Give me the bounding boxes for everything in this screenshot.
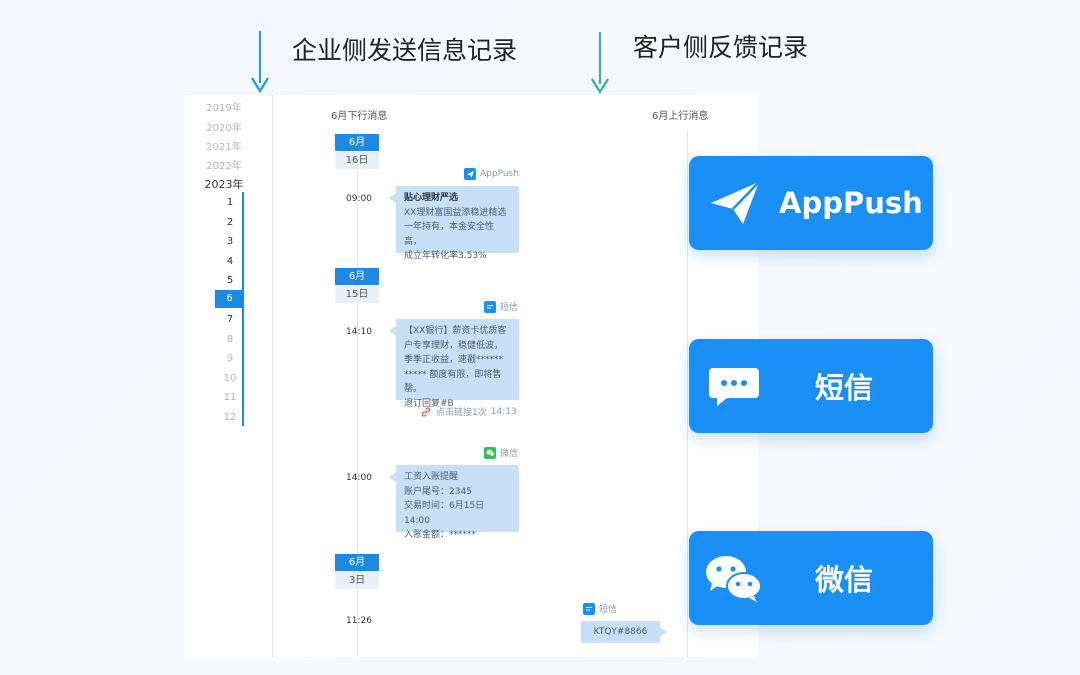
up-messages-title: 6月上行消息 (652, 111, 709, 122)
message-line: XX理财富国益添稳进精选 (404, 207, 507, 218)
customer-feedback-title: 客户侧反馈记录 (633, 33, 809, 62)
month-6[interactable]: 6 (215, 293, 244, 304)
link-icon (421, 406, 431, 417)
down-messages-title: 6月下行消息 (331, 111, 388, 122)
sms-icon (583, 602, 595, 615)
month-9[interactable]: 9 (190, 353, 270, 364)
message-line: 成立年转化率3.53% (404, 251, 487, 261)
month-12[interactable]: 12 (190, 412, 270, 423)
wechat-icon (706, 556, 762, 602)
message-line: 一年持有，本金安全性高， (404, 222, 495, 247)
sms-icon (484, 300, 496, 313)
link-click-time: 14:13 (490, 406, 517, 417)
apppush-card[interactable]: AppPush (689, 156, 933, 250)
message-line: 工资入账提醒 (404, 472, 459, 482)
message-title: 贴心理财严选 (404, 193, 459, 203)
paper-plane-icon (711, 181, 760, 224)
year-2023[interactable]: 2023年 (190, 176, 258, 192)
date-badge-day: 15日 (335, 286, 379, 303)
month-3[interactable]: 3 (190, 236, 270, 247)
month-4[interactable]: 4 (190, 256, 270, 267)
paper-plane-icon (464, 168, 476, 180)
channel-label-apppush: AppPush (464, 168, 519, 180)
month-1[interactable]: 1 (190, 197, 270, 208)
date-badge-day: 16日 (335, 152, 379, 169)
right-arrow-head-icon (591, 78, 609, 95)
link-click-note: 点击链接1次 14:13 (420, 405, 517, 418)
reply-time: 11:26 (346, 616, 372, 626)
month-11[interactable]: 11 (190, 392, 270, 403)
date-badge-month: 6月 (335, 134, 379, 151)
message-bubble[interactable]: 【XX银行】薪资卡优质客 户专享理财，稳健低波， 季季正收益，速戳****** … (389, 319, 519, 409)
message-bubble[interactable]: 贴心理财严选 XX理财富国益添稳进精选 一年持有，本金安全性高， 成立年转化率3… (389, 186, 519, 261)
month-10[interactable]: 10 (190, 373, 270, 384)
reply-channel-label-sms: 短信 (583, 602, 617, 615)
date-badge-month: 6月 (335, 554, 379, 571)
channel-name: 短信 (500, 303, 519, 313)
year-2019[interactable]: 2019年 (190, 99, 258, 114)
channel-label-wechat: 微信 (484, 446, 518, 459)
month-2[interactable]: 2 (190, 217, 270, 228)
up-column-divider (687, 130, 688, 657)
month-7[interactable]: 7 (190, 314, 270, 325)
message-line: 入账金额：****** (404, 530, 477, 540)
link-click-count: 点击链接1次 (436, 408, 487, 418)
message-bubble[interactable]: 工资入账提醒 账户尾号：2345 交易时间：6月15日 14:00 入账金额：*… (389, 465, 519, 540)
sms-card[interactable]: 短信 (689, 339, 933, 433)
year-column-divider (272, 95, 273, 657)
message-time: 14:10 (346, 327, 372, 337)
channel-name: 微信 (500, 449, 519, 459)
left-arrow-head-icon (251, 77, 269, 94)
message-line: 账户尾号：2345 (404, 486, 472, 497)
month-5[interactable]: 5 (190, 275, 270, 286)
message-line: ***** 额度有限，即将售罄。 (404, 369, 502, 395)
year-2021[interactable]: 2021年 (190, 138, 258, 153)
channel-name: AppPush (480, 169, 519, 179)
chat-bubble-icon (709, 368, 759, 406)
message-line: 交易时间：6月15日 14:00 (404, 501, 485, 526)
message-line: 季季正收益，速戳****** (404, 355, 504, 365)
wechat-icon (484, 446, 496, 459)
message-time: 09:00 (346, 194, 372, 204)
message-line: 【XX银行】薪资卡优质客 (404, 326, 507, 336)
wechat-card[interactable]: 微信 (689, 531, 933, 625)
card-label: 短信 (815, 371, 874, 405)
message-time: 14:00 (346, 473, 372, 483)
card-label: AppPush (779, 186, 923, 220)
card-label: 微信 (815, 563, 874, 597)
month-8[interactable]: 8 (190, 334, 270, 345)
message-line: 户专享理财，稳健低波， (404, 340, 504, 351)
year-2020[interactable]: 2020年 (190, 119, 258, 134)
channel-name: 短信 (599, 605, 618, 615)
channel-label-sms: 短信 (484, 300, 518, 313)
sender-records-title: 企业侧发送信息记录 (292, 36, 518, 65)
date-badge-day: 3日 (335, 572, 379, 589)
reply-bubble[interactable]: KTQY#8866 (581, 621, 667, 643)
year-2022[interactable]: 2022年 (190, 157, 258, 172)
date-badge-month: 6月 (335, 268, 379, 285)
